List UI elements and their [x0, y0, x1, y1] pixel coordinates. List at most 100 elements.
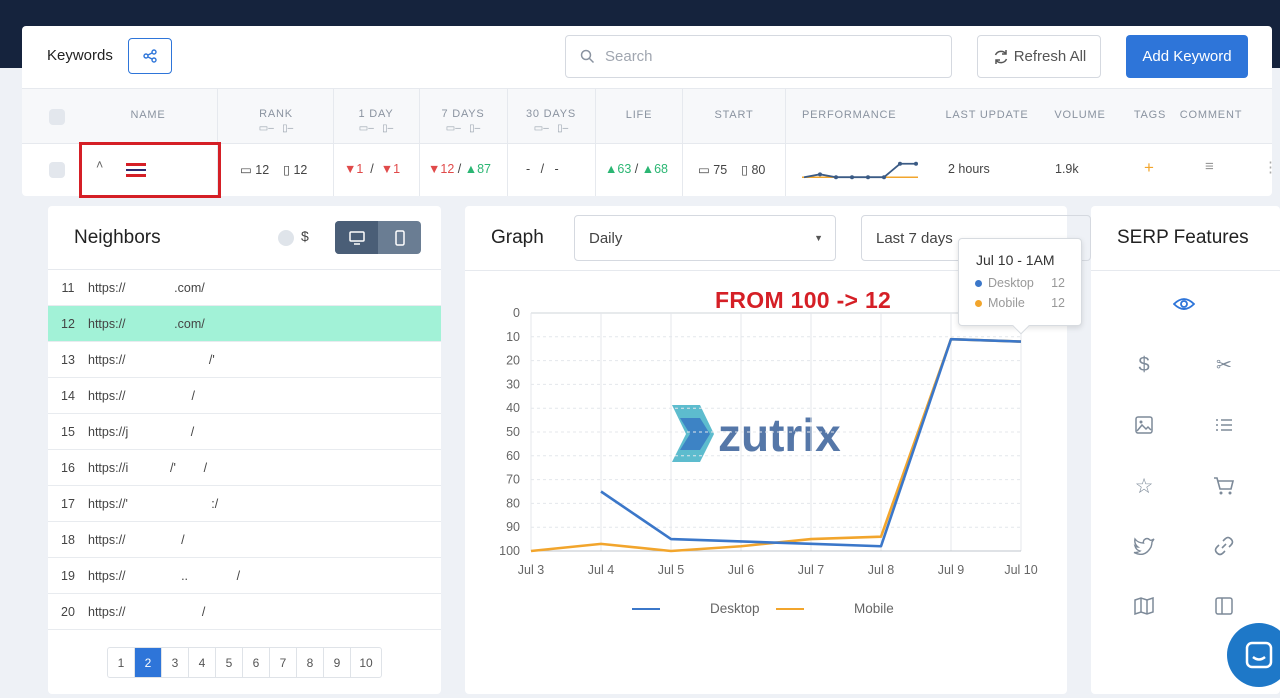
list-icon[interactable] — [1212, 413, 1236, 437]
image-icon[interactable] — [1132, 413, 1156, 437]
page-button[interactable]: 4 — [189, 648, 216, 677]
neighbor-row[interactable]: 15 https://j / — [48, 414, 441, 450]
scissors-icon[interactable]: ✂ — [1212, 353, 1236, 377]
refresh-all-button[interactable]: Refresh All — [977, 35, 1101, 78]
start-cell: ▭ 75 ▯ 80 — [698, 163, 766, 177]
more-options-icon[interactable]: ⋮ — [1263, 158, 1278, 176]
desktop-icon: ▭ — [698, 163, 710, 177]
share-button[interactable] — [128, 38, 172, 74]
neighbor-row[interactable]: 20 https:// / — [48, 594, 441, 630]
serp-features-panel: SERP Features $ ✂ ☆ — [1091, 206, 1280, 694]
page-button[interactable]: 1 — [108, 648, 135, 677]
tooltip-mobile-row: Mobile 12 — [975, 296, 1071, 310]
interval-select[interactable]: Daily ▼ — [574, 215, 836, 261]
page-button[interactable]: 10 — [351, 648, 381, 677]
neighbor-url: https://j / — [88, 424, 195, 439]
col-30days[interactable]: 30 DAYS ▭– ▯– — [508, 89, 594, 145]
neighbor-url: https://i /' / — [88, 460, 208, 475]
add-tag-button[interactable]: + — [1144, 158, 1154, 178]
chart-tooltip: Jul 10 - 1AM Desktop 12 Mobile 12 — [958, 238, 1082, 335]
day1-cell: ▼1 / ▼1 — [344, 162, 401, 176]
cart-icon[interactable] — [1212, 474, 1236, 498]
neighbor-rank: 15 — [61, 424, 75, 439]
page-button[interactable]: 9 — [324, 648, 351, 677]
comment-icon[interactable]: ≡ — [1205, 158, 1214, 175]
currency-label: $ — [301, 228, 309, 244]
neighbors-panel: Neighbors $ 11 https:// .com/12 https:// .… — [48, 206, 441, 694]
link-icon[interactable] — [1212, 534, 1236, 558]
desktop-toggle-button[interactable] — [335, 221, 378, 254]
highlight-frame — [79, 142, 221, 198]
eye-icon[interactable] — [1172, 292, 1196, 316]
life-cell: ▲63 / ▲68 — [605, 162, 668, 176]
col-last-update[interactable]: LAST UPDATE — [942, 89, 1032, 145]
col-start[interactable]: START — [684, 89, 784, 145]
neighbor-url: https:// .com/ — [88, 316, 205, 331]
refresh-icon — [994, 49, 1007, 64]
legend-desktop[interactable]: Desktop — [632, 601, 760, 616]
search-icon — [580, 49, 595, 64]
sparkline-point — [866, 175, 870, 180]
keywords-title: Keywords — [47, 47, 113, 64]
neighbor-rank: 12 — [61, 316, 75, 331]
tooltip-desktop-row: Desktop 12 — [975, 276, 1071, 290]
sparkline-point — [850, 175, 854, 180]
annotation-label: FROM 100 -> 12 — [715, 287, 892, 313]
legend-mobile[interactable]: Mobile — [776, 601, 894, 616]
neighbor-url: https://' :/ — [88, 496, 219, 511]
search-input[interactable] — [605, 48, 925, 65]
col-rank[interactable]: RANK ▭– ▯– — [218, 89, 334, 145]
neighbor-url: https:// / — [88, 604, 206, 619]
col-comment: COMMENT — [1179, 109, 1243, 121]
table-header: NAME RANK ▭– ▯– 1 DAY ▭– ▯– 7 DAYS ▭– ▯– 30… — [22, 88, 1272, 144]
select-all-checkbox[interactable] — [49, 109, 65, 125]
neighbor-row[interactable]: 14 https:// / — [48, 378, 441, 414]
sparkline-point — [818, 172, 822, 177]
page-button[interactable]: 6 — [243, 648, 270, 677]
neighbor-row[interactable]: 19 https:// .. / — [48, 558, 441, 594]
panel-icon[interactable] — [1212, 594, 1236, 618]
star-icon[interactable]: ☆ — [1132, 474, 1156, 498]
sparkline-point — [898, 161, 902, 166]
neighbor-rank: 19 — [61, 568, 75, 583]
page-button[interactable]: 5 — [216, 648, 243, 677]
mobile-toggle-button[interactable] — [378, 221, 421, 254]
page-button[interactable]: 8 — [297, 648, 324, 677]
neighbor-rank: 13 — [61, 352, 75, 367]
neighbor-row[interactable]: 11 https:// .com/ — [48, 270, 441, 306]
twitter-icon[interactable] — [1132, 534, 1156, 558]
sparkline-point — [834, 175, 838, 180]
col-life[interactable]: LIFE — [596, 89, 682, 145]
chevron-down-icon: ▼ — [814, 233, 823, 243]
share-icon — [143, 49, 157, 63]
dollar-icon[interactable]: $ — [1132, 353, 1156, 377]
desktop-icon: ▭ — [240, 163, 252, 177]
desktop-icon — [348, 230, 365, 245]
col-1day[interactable]: 1 DAY ▭– ▯– — [334, 89, 418, 145]
neighbor-row[interactable]: 12 https:// .com/ — [48, 306, 441, 342]
page-button[interactable]: 7 — [270, 648, 297, 677]
neighbor-row[interactable]: 18 https:// / — [48, 522, 441, 558]
row-checkbox[interactable] — [49, 162, 65, 178]
map-icon[interactable] — [1132, 594, 1156, 618]
neighbor-url: https:// /' — [88, 352, 215, 367]
col-performance: PERFORMANCE — [802, 109, 897, 121]
last-update-cell: 2 hours — [948, 162, 990, 176]
col-volume[interactable]: VOLUME — [1046, 89, 1114, 145]
currency-toggle[interactable] — [278, 230, 294, 246]
col-7days[interactable]: 7 DAYS ▭– ▯– — [420, 89, 506, 145]
page-button[interactable]: 2 — [135, 648, 162, 677]
neighbor-rank: 20 — [61, 604, 75, 619]
mobile-icon — [394, 229, 405, 246]
neighbor-row[interactable]: 16 https://i /' / — [48, 450, 441, 486]
neighbor-row[interactable]: 13 https:// /' — [48, 342, 441, 378]
col-name[interactable]: NAME — [112, 89, 184, 145]
sparkline-point — [882, 175, 886, 180]
page-button[interactable]: 3 — [162, 648, 189, 677]
add-keyword-button[interactable]: Add Keyword — [1126, 35, 1248, 78]
neighbor-row[interactable]: 17 https://' :/ — [48, 486, 441, 522]
rank-cell: ▭ 12 ▯ 12 — [240, 163, 308, 177]
days30-cell: - / - — [526, 162, 559, 176]
search-field[interactable] — [565, 35, 952, 78]
interval-value: Daily — [589, 229, 623, 247]
